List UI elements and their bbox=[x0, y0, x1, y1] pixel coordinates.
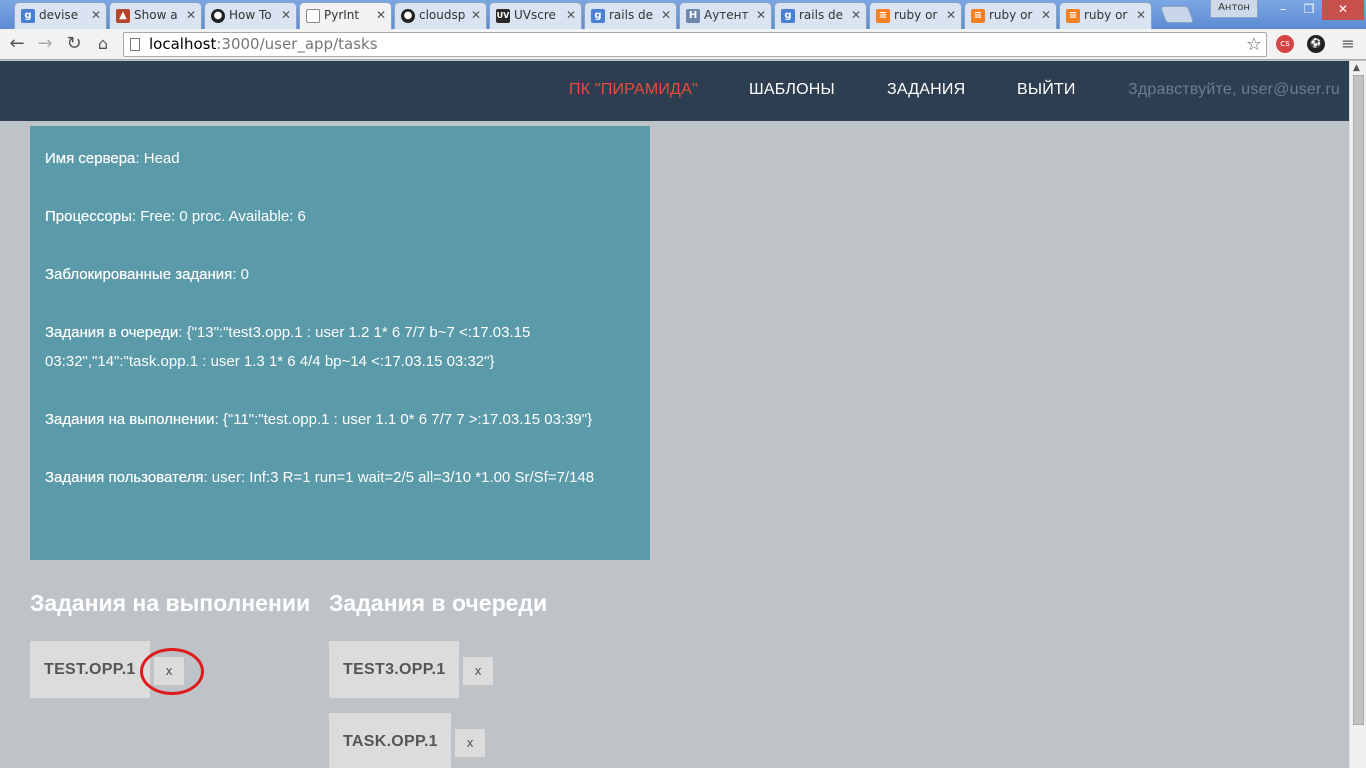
page-icon bbox=[130, 38, 140, 51]
stackoverflow-icon: ≡ bbox=[1066, 9, 1080, 23]
server-info-panel: Имя сервера: Head Процессоры: Free: 0 pr… bbox=[30, 126, 650, 560]
remove-task-button[interactable]: x bbox=[463, 657, 493, 685]
stackoverflow-icon: ≡ bbox=[876, 9, 890, 23]
reload-button[interactable]: ↻ bbox=[63, 33, 85, 55]
brand-link[interactable]: ПК "ПИРАМИДА" bbox=[569, 81, 698, 99]
image-icon: ▲ bbox=[116, 9, 130, 23]
page-icon bbox=[306, 9, 320, 23]
close-icon[interactable]: ✕ bbox=[376, 8, 386, 22]
browser-tab[interactable]: ● How To ✕ bbox=[204, 2, 297, 29]
browser-tab-strip: g devise ✕ ▲ Show a ✕ ● How To ✕ PyrInt … bbox=[0, 0, 1366, 29]
close-icon[interactable]: ✕ bbox=[756, 8, 766, 22]
blocked-tasks-line: Заблокированные задания: 0 bbox=[45, 266, 249, 283]
close-icon[interactable]: ✕ bbox=[566, 8, 576, 22]
page-content: ПК "ПИРАМИДА" ШАБЛОНЫ ЗАДАНИЯ ВЫЙТИ Здра… bbox=[0, 61, 1349, 768]
google-icon: g bbox=[591, 9, 605, 23]
scroll-up-arrow-icon[interactable]: ▲ bbox=[1353, 63, 1360, 73]
browser-tab[interactable]: ≡ ruby or ✕ bbox=[1059, 2, 1152, 29]
close-icon[interactable]: ✕ bbox=[471, 8, 481, 22]
running-column-title: Задания на выполнении bbox=[30, 590, 311, 616]
back-button[interactable]: ← bbox=[6, 33, 28, 55]
ball-extension-icon[interactable]: ⚽ bbox=[1307, 35, 1325, 53]
running-task-chip[interactable]: TEST.OPP.1 bbox=[30, 641, 150, 698]
annotation-circle bbox=[140, 648, 204, 695]
extension-icon[interactable]: cs bbox=[1276, 35, 1294, 53]
menu-icon[interactable]: ≡ bbox=[1337, 33, 1359, 55]
home-button[interactable]: ⌂ bbox=[92, 33, 114, 55]
queued-task-chip[interactable]: TEST3.OPP.1 bbox=[329, 641, 459, 698]
browser-tab[interactable]: ● cloudsp ✕ bbox=[394, 2, 487, 29]
browser-tab-active[interactable]: PyrInt ✕ bbox=[299, 2, 392, 29]
greeting-text: Здравствуйте, user@user.ru bbox=[1128, 81, 1340, 98]
close-icon[interactable]: ✕ bbox=[1041, 8, 1051, 22]
profile-badge[interactable]: Антон bbox=[1210, 0, 1258, 18]
close-icon[interactable]: ✕ bbox=[186, 8, 196, 22]
nav-logout-link[interactable]: ВЫЙТИ bbox=[1017, 81, 1076, 99]
github-icon: ● bbox=[211, 9, 225, 23]
close-icon[interactable]: ✕ bbox=[851, 8, 861, 22]
habr-icon: H bbox=[686, 9, 700, 23]
browser-toolbar: ← → ↻ ⌂ localhost:3000/user_app/tasks ☆ … bbox=[0, 29, 1366, 60]
browser-tab[interactable]: UV UVscre ✕ bbox=[489, 2, 582, 29]
restore-button[interactable]: ❐ bbox=[1296, 0, 1322, 20]
browser-tab[interactable]: g rails de ✕ bbox=[774, 2, 867, 29]
stackoverflow-icon: ≡ bbox=[971, 9, 985, 23]
browser-tab[interactable]: ≡ ruby or ✕ bbox=[869, 2, 962, 29]
queued-tasks-line: Задания в очереди: {"13":"test3.opp.1 : … bbox=[45, 324, 531, 370]
browser-tab[interactable]: g devise ✕ bbox=[14, 2, 107, 29]
new-tab-button[interactable] bbox=[1159, 6, 1195, 23]
user-tasks-line: Задания пользователя: user: Inf:3 R=1 ru… bbox=[45, 469, 595, 486]
nav-tasks-link[interactable]: ЗАДАНИЯ bbox=[887, 81, 965, 99]
address-bar[interactable]: localhost:3000/user_app/tasks ☆ bbox=[123, 32, 1267, 57]
browser-tab[interactable]: ▲ Show a ✕ bbox=[109, 2, 202, 29]
queue-column-title: Задания в очереди bbox=[329, 590, 548, 616]
close-icon[interactable]: ✕ bbox=[946, 8, 956, 22]
window-close-button[interactable]: ✕ bbox=[1322, 0, 1364, 20]
close-icon[interactable]: ✕ bbox=[281, 8, 291, 22]
forward-button[interactable]: → bbox=[34, 33, 56, 55]
close-icon[interactable]: ✕ bbox=[91, 8, 101, 22]
running-tasks-line: Задания на выполнении: {"11":"test.opp.1… bbox=[45, 411, 593, 428]
github-icon: ● bbox=[401, 9, 415, 23]
bookmark-star-icon[interactable]: ☆ bbox=[1246, 33, 1262, 56]
vertical-scrollbar[interactable]: ▲ bbox=[1349, 61, 1366, 768]
browser-tab[interactable]: H Аутент ✕ bbox=[679, 2, 772, 29]
google-icon: g bbox=[21, 9, 35, 23]
close-icon[interactable]: ✕ bbox=[661, 8, 671, 22]
server-name-line: Имя сервера: Head bbox=[45, 150, 180, 167]
queued-task-chip[interactable]: TASK.OPP.1 bbox=[329, 713, 451, 768]
browser-tab[interactable]: g rails de ✕ bbox=[584, 2, 677, 29]
site-navbar: ПК "ПИРАМИДА" ШАБЛОНЫ ЗАДАНИЯ ВЫЙТИ Здра… bbox=[0, 61, 1349, 121]
scrollbar-thumb[interactable] bbox=[1353, 75, 1364, 725]
close-icon[interactable]: ✕ bbox=[1136, 8, 1146, 22]
browser-tab[interactable]: ≡ ruby or ✕ bbox=[964, 2, 1057, 29]
uv-icon: UV bbox=[496, 9, 510, 23]
remove-task-button[interactable]: x bbox=[455, 729, 485, 757]
minimize-button[interactable]: – bbox=[1270, 0, 1296, 20]
google-icon: g bbox=[781, 9, 795, 23]
nav-templates-link[interactable]: ШАБЛОНЫ bbox=[749, 81, 835, 99]
cpu-line: Процессоры: Free: 0 proc. Available: 6 bbox=[45, 208, 306, 225]
